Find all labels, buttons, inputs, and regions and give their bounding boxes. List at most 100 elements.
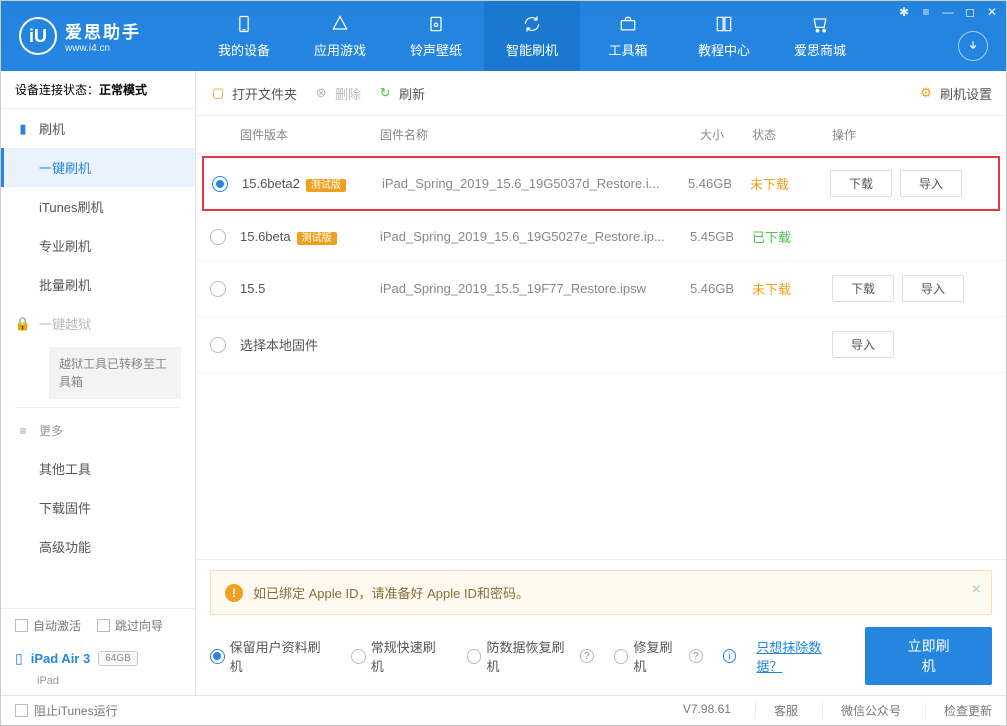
device-storage: 64GB [98, 651, 138, 666]
flash-now-button[interactable]: 立即刷机 [865, 627, 992, 685]
auto-activate-checkbox[interactable]: 自动激活 [15, 617, 81, 634]
footer-update[interactable]: 检查更新 [925, 702, 992, 719]
nav-tutorials[interactable]: 教程中心 [676, 1, 772, 71]
warning-icon: ! [225, 584, 243, 602]
firmware-table: 15.6beta2 测试版 iPad_Spring_2019_15.6_19G50… [196, 154, 1006, 373]
cart-icon [809, 13, 831, 35]
nav-label: 教程中心 [698, 40, 750, 59]
opt-keep-data[interactable]: 保留用户资料刷机 [210, 637, 331, 675]
block-itunes-checkbox[interactable]: 阻止iTunes运行 [15, 702, 118, 719]
gear-icon: ⚙ [918, 85, 934, 101]
device-type: iPad [1, 675, 195, 695]
sidebar-item-download[interactable]: 下载固件 [1, 488, 195, 527]
firmware-filename: iPad_Spring_2019_15.6_19G5027e_Restore.i… [380, 229, 672, 244]
firmware-row[interactable]: 15.6beta 测试版 iPad_Spring_2019_15.6_19G502… [196, 213, 1006, 261]
skin-icon[interactable]: ✱ [894, 3, 914, 21]
footer-wechat[interactable]: 微信公众号 [822, 702, 901, 719]
nav-label: 爱思商城 [794, 40, 846, 59]
firmware-filename: iPad_Spring_2019_15.5_19F77_Restore.ipsw [380, 281, 672, 296]
firmware-row[interactable]: 选择本地固件 导入 [196, 317, 1006, 373]
flash-settings-button[interactable]: ⚙ 刷机设置 [918, 84, 992, 103]
nav-flash[interactable]: 智能刷机 [484, 1, 580, 71]
logo-area: iU 爱思助手 www.i4.cn [1, 17, 196, 55]
maximize-icon[interactable]: ◻ [960, 3, 980, 21]
flash-options: 保留用户资料刷机 常规快速刷机 防数据恢复刷机? 修复刷机? i 只想抹除数据？… [210, 627, 992, 685]
firmware-filename: iPad_Spring_2019_15.6_19G5037d_Restore.i… [382, 176, 670, 191]
logo-icon: iU [19, 17, 57, 55]
folder-icon: ▢ [210, 85, 226, 101]
sidebar-item-advanced[interactable]: 高级功能 [1, 527, 195, 566]
row-radio[interactable] [210, 281, 226, 297]
firmware-row[interactable]: 15.6beta2测试版 iPad_Spring_2019_15.6_19G50… [202, 156, 1000, 211]
row-radio[interactable] [210, 337, 226, 353]
close-notice-icon[interactable]: × [972, 581, 981, 599]
opt-normal[interactable]: 常规快速刷机 [351, 637, 447, 675]
menu-lines-icon: ≡ [15, 423, 31, 439]
firmware-version: 15.6beta2 [242, 176, 300, 191]
download-indicator[interactable] [958, 31, 988, 61]
lock-icon: 🔒 [15, 316, 31, 332]
row-radio[interactable] [212, 176, 228, 192]
toolbox-icon [617, 13, 639, 35]
sidebar-group-more[interactable]: ≡ 更多 [1, 412, 195, 449]
nav-toolbox[interactable]: 工具箱 [580, 1, 676, 71]
refresh-button[interactable]: ↻ 刷新 [377, 84, 425, 103]
minimize-icon[interactable]: — [938, 3, 958, 21]
sidebar-item-batch[interactable]: 批量刷机 [1, 265, 195, 304]
firmware-size: 5.46GB [670, 176, 750, 191]
menu-icon[interactable]: ≡ [916, 3, 936, 21]
table-header: 固件版本 固件名称 大小 状态 操作 [196, 116, 1006, 154]
sidebar-item-pro[interactable]: 专业刷机 [1, 226, 195, 265]
book-icon [713, 13, 735, 35]
sidebar-item-oneclick[interactable]: 一键刷机 [1, 148, 195, 187]
notice-text: 如已绑定 Apple ID，请准备好 Apple ID和密码。 [253, 583, 529, 602]
nav-label: 应用游戏 [314, 40, 366, 59]
connection-status: 设备连接状态：正常模式 [1, 71, 195, 109]
refresh-icon [521, 13, 543, 35]
app-url: www.i4.cn [65, 43, 141, 54]
col-status: 状态 [752, 126, 832, 143]
col-ops: 操作 [832, 126, 992, 143]
nav-apps[interactable]: 应用游戏 [292, 1, 388, 71]
delete-button[interactable]: ⊗ 删除 [313, 84, 361, 103]
firmware-size: 5.45GB [672, 229, 752, 244]
help-icon[interactable]: ? [580, 649, 594, 663]
window-controls: ✱ ≡ — ◻ ✕ [894, 3, 1002, 21]
sidebar: 设备连接状态：正常模式 ▮ 刷机 一键刷机 iTunes刷机 专业刷机 批量刷机… [1, 71, 196, 695]
firmware-version: 15.5 [240, 281, 265, 296]
sidebar-options: 自动激活 跳过向导 [1, 609, 195, 642]
nav-my-device[interactable]: 我的设备 [196, 1, 292, 71]
sidebar-group-flash[interactable]: ▮ 刷机 [1, 109, 195, 148]
row-action-button[interactable]: 导入 [832, 331, 894, 358]
skip-guide-checkbox[interactable]: 跳过向导 [97, 617, 163, 634]
close-icon[interactable]: ✕ [982, 3, 1002, 21]
device-info[interactable]: ▯ iPad Air 3 64GB [1, 642, 195, 675]
row-radio[interactable] [210, 229, 226, 245]
sidebar-item-itunes[interactable]: iTunes刷机 [1, 187, 195, 226]
jailbreak-note: 越狱工具已转移至工具箱 [49, 347, 181, 399]
separator [15, 407, 181, 408]
apps-icon [329, 13, 351, 35]
firmware-row[interactable]: 15.5 iPad_Spring_2019_15.5_19F77_Restore… [196, 261, 1006, 317]
beta-badge: 测试版 [297, 232, 337, 245]
row-action-button[interactable]: 导入 [900, 170, 962, 197]
info-icon[interactable]: i [723, 649, 737, 663]
firmware-status: 未下载 [750, 174, 830, 193]
col-filename: 固件名称 [380, 126, 672, 143]
firmware-version: 选择本地固件 [240, 338, 318, 353]
sidebar-item-other[interactable]: 其他工具 [1, 449, 195, 488]
help-icon[interactable]: ? [689, 649, 703, 663]
row-action-button[interactable]: 下载 [832, 275, 894, 302]
footer-support[interactable]: 客服 [755, 702, 798, 719]
nav-store[interactable]: 爱思商城 [772, 1, 868, 71]
opt-repair[interactable]: 修复刷机? [614, 637, 703, 675]
opt-antirecovery[interactable]: 防数据恢复刷机? [467, 637, 594, 675]
row-action-button[interactable]: 下载 [830, 170, 892, 197]
row-action-button[interactable]: 导入 [902, 275, 964, 302]
erase-only-link[interactable]: 只想抹除数据？ [756, 637, 845, 675]
open-folder-button[interactable]: ▢ 打开文件夹 [210, 84, 297, 103]
nav-ringtones[interactable]: 铃声壁纸 [388, 1, 484, 71]
firmware-version: 15.6beta [240, 229, 291, 244]
app-header: iU 爱思助手 www.i4.cn 我的设备 应用游戏 铃声壁纸 智能刷机 工具… [1, 1, 1006, 71]
phone-icon [233, 13, 255, 35]
